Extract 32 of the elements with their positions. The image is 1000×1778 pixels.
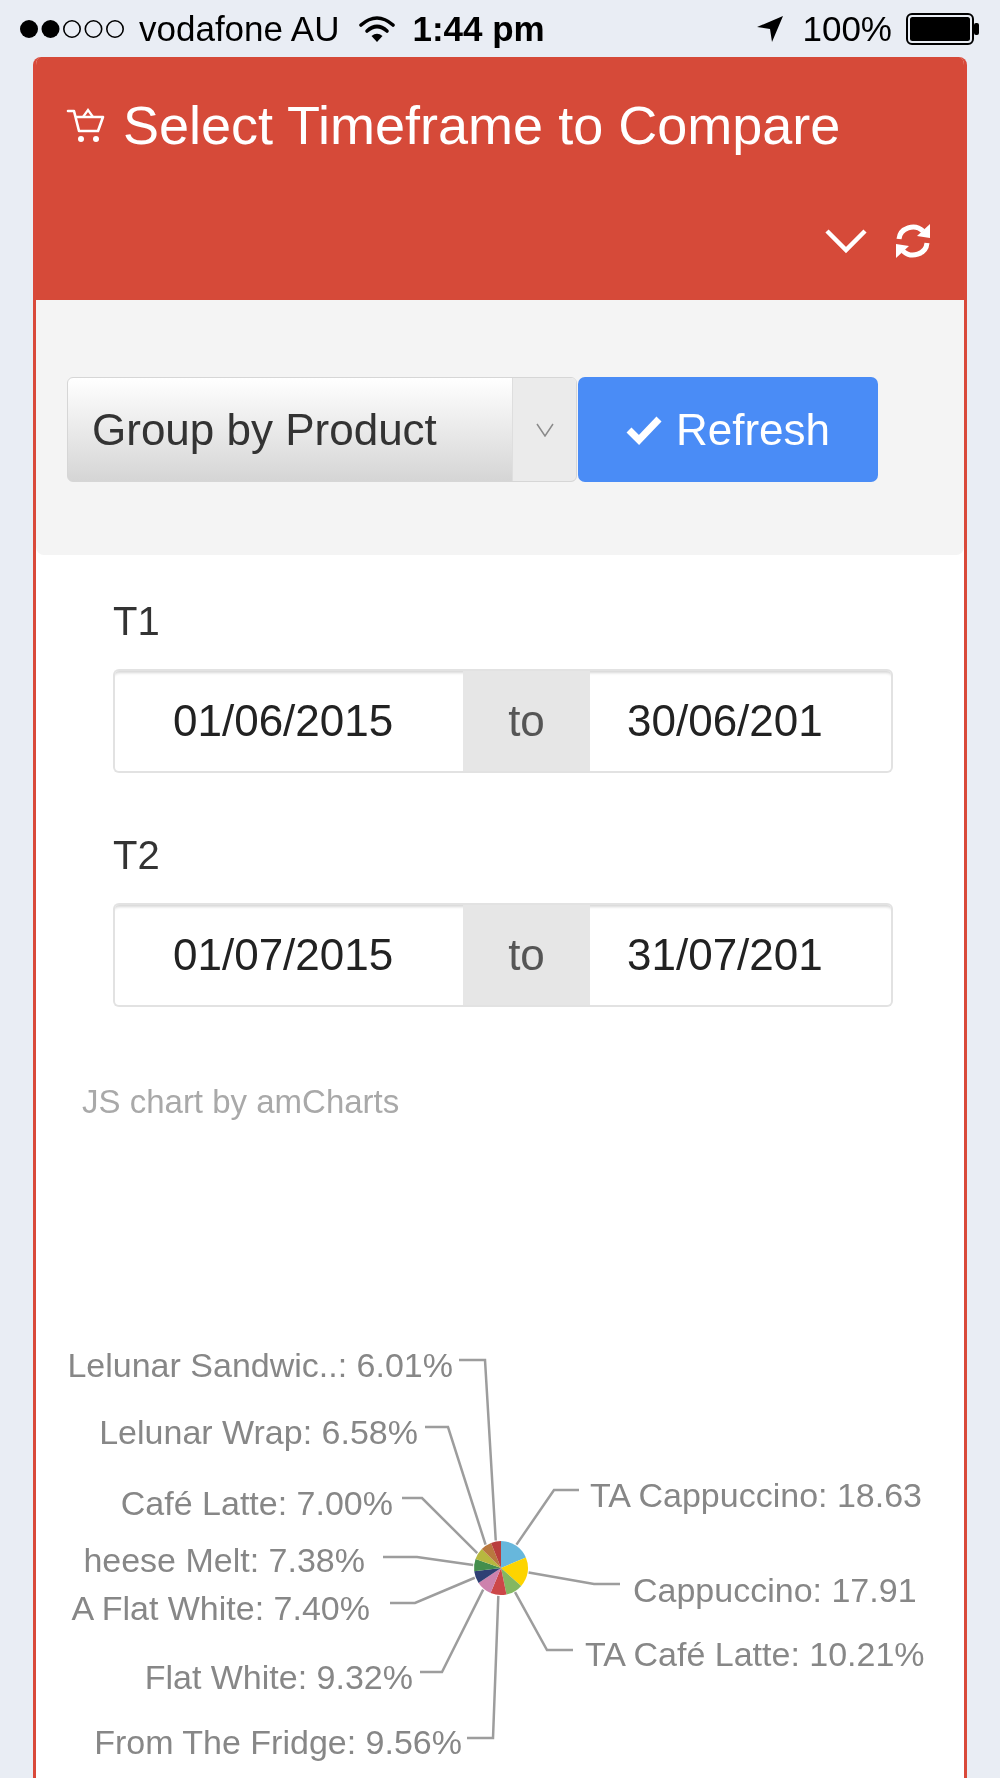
slice-label: A Flat White: 7.40% <box>71 1589 370 1627</box>
cart-icon <box>66 106 106 144</box>
range-separator-label: to <box>463 903 590 1007</box>
timeframe-label: T1 <box>113 598 160 645</box>
slice-label: Café Latte: 7.00% <box>120 1484 393 1522</box>
slice-label: TA Café Latte: 10.21% <box>585 1635 925 1673</box>
chevron-down-icon[interactable] <box>824 228 868 254</box>
start-date-input[interactable]: 01/06/2015 <box>113 669 463 773</box>
battery-icon <box>906 12 980 45</box>
checkmark-icon <box>625 414 662 445</box>
signal-dots-icon <box>19 18 125 39</box>
end-date-input[interactable]: 30/06/201 <box>590 669 893 773</box>
card-title: Select Timeframe to Compare <box>123 94 841 157</box>
range-separator-label: to <box>463 669 590 773</box>
carrier-name: vodafone AU <box>139 8 340 49</box>
slice-label: Cappuccino: 17.91 <box>633 1571 917 1609</box>
location-arrow-icon <box>756 14 785 43</box>
slice-label: Flat White: 9.32% <box>144 1658 413 1696</box>
slice-label: From The Fridge: 9.56% <box>94 1723 462 1761</box>
end-date-input[interactable]: 31/07/201 <box>590 903 893 1007</box>
slice-label: TA Cappuccino: 18.63 <box>590 1476 923 1514</box>
leader-line <box>515 1488 579 1546</box>
slice-label: Lelunar Wrap: 6.58% <box>99 1413 418 1451</box>
slice-label: Lelunar Sandwic..: 6.01% <box>67 1346 453 1384</box>
status-time: 1:44 pm <box>412 8 545 49</box>
wifi-icon <box>359 14 396 43</box>
start-date-input[interactable]: 01/07/2015 <box>113 903 463 1007</box>
timeframe-label: T2 <box>113 832 160 879</box>
group-by-select[interactable]: Group by Product <box>67 377 577 482</box>
leader-line <box>513 1591 573 1652</box>
battery-percent: 100% <box>802 8 892 49</box>
slice-label: heese Melt: 7.38% <box>83 1541 365 1579</box>
